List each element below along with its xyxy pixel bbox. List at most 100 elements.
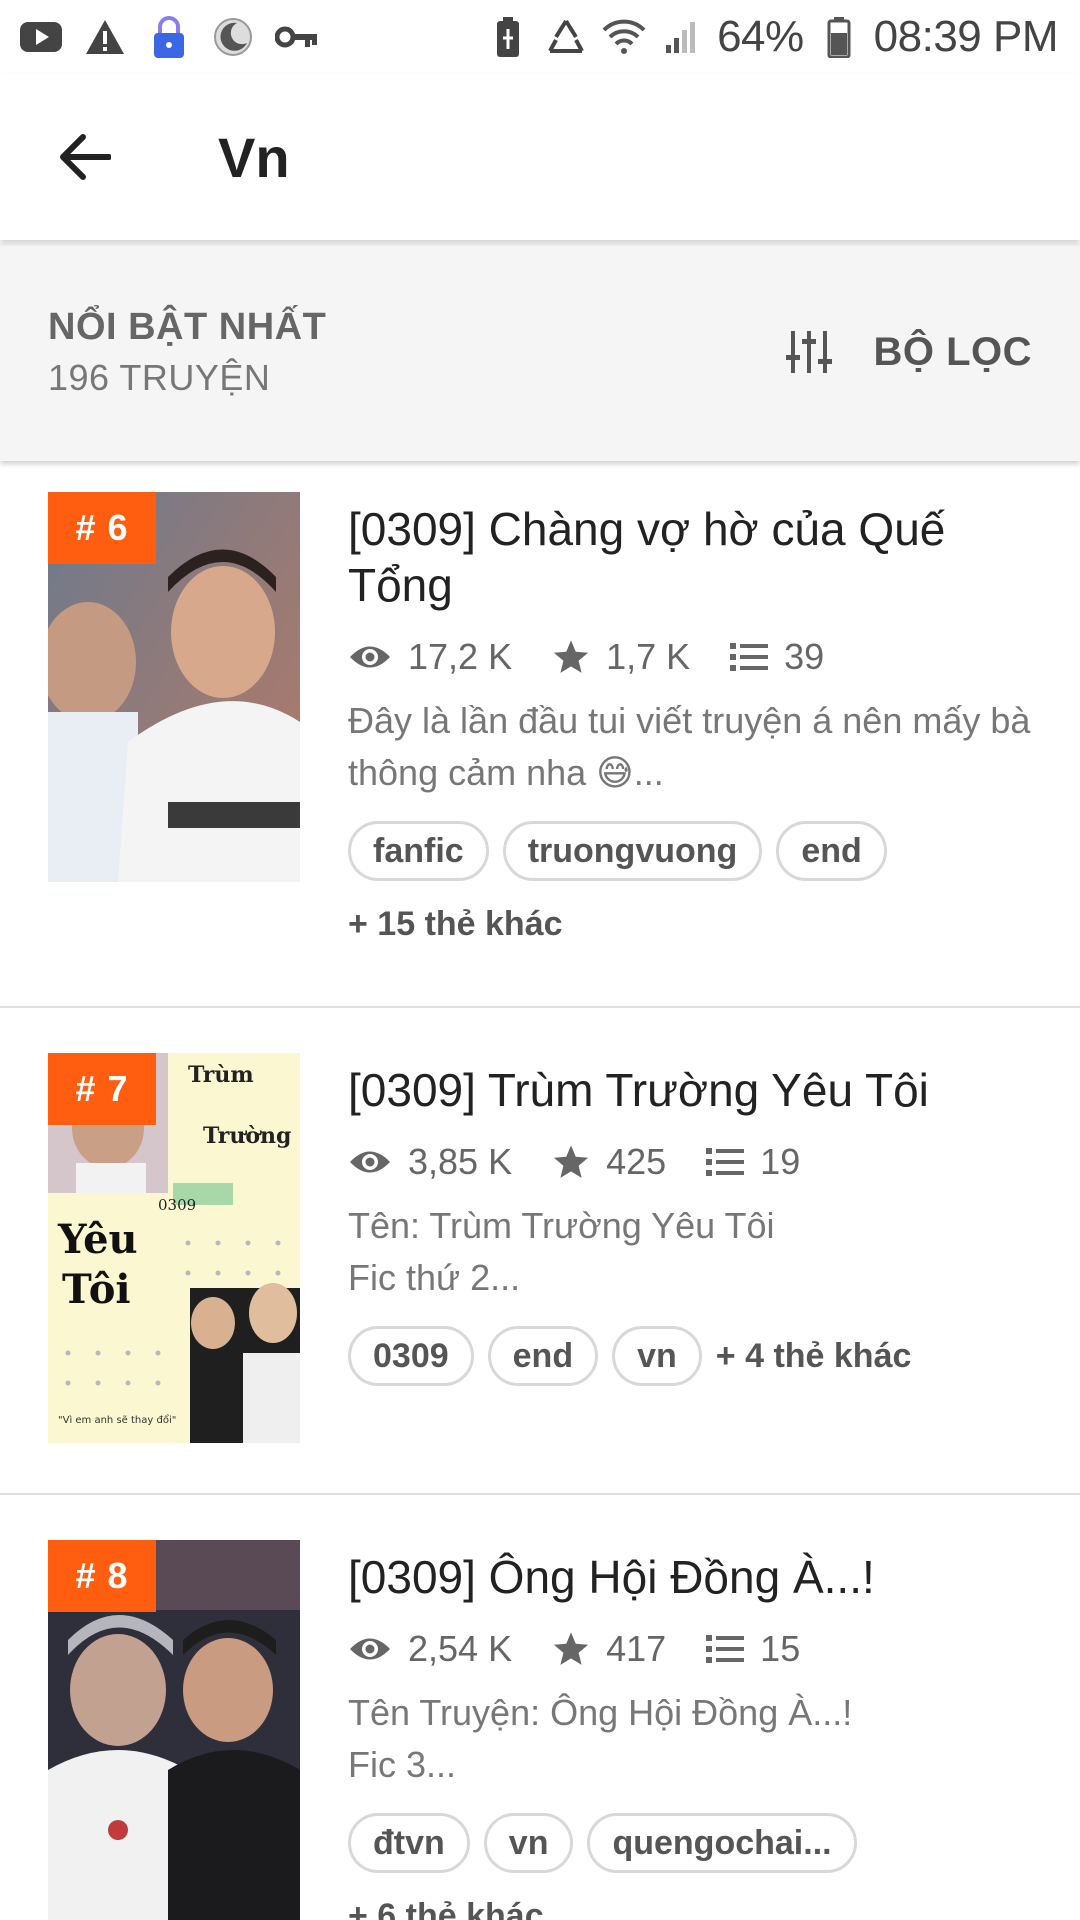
back-arrow-icon [60, 134, 111, 180]
battery-percent: 64% [717, 12, 804, 61]
story-info: [0309] Ông Hội Đồng À...! 2,54 K 417 15 … [348, 1549, 1040, 1920]
reads-count: 3,85 K [408, 1141, 513, 1182]
story-list: # 6 [0309] Chàng vợ hờ của Quế Tổng 17,2… [0, 461, 1080, 1920]
tag-chip[interactable]: truongvuong [502, 821, 763, 881]
reads-stat: 3,85 K [348, 1141, 512, 1183]
parts-count: 15 [760, 1628, 801, 1669]
story-item[interactable]: # 6 [0309] Chàng vợ hờ của Quế Tổng 17,2… [0, 461, 1080, 1008]
cover-text: Tôi [62, 1266, 131, 1313]
parts-stat: 15 [706, 1628, 800, 1670]
eye-icon [350, 1638, 390, 1660]
tag-list: fanfic truongvuong end [348, 821, 1040, 881]
cover-text: Trường [203, 1123, 291, 1149]
parts-stat: 19 [706, 1141, 800, 1183]
tag-chip[interactable]: end [776, 821, 887, 881]
tag-chip[interactable]: quengochai... [587, 1813, 857, 1873]
warning-icon [82, 14, 128, 60]
tag-chip[interactable]: đtvn [348, 1813, 470, 1873]
votes-stat: 1,7 K [552, 636, 690, 678]
star-icon [553, 1632, 589, 1665]
description-line: Fic 3... [348, 1744, 457, 1785]
key-icon [274, 14, 320, 60]
more-tags-link[interactable]: + 4 thẻ khác [716, 1337, 912, 1376]
tag-list: 0309 end vn + 4 thẻ khác [348, 1326, 1040, 1386]
tag-chip[interactable]: vn [483, 1813, 574, 1873]
story-stats: 2,54 K 417 15 [348, 1619, 1040, 1679]
cover-text: Trùm [188, 1062, 254, 1088]
reads-count: 2,54 K [408, 1628, 513, 1669]
list-icon [730, 643, 769, 671]
votes-count: 425 [606, 1141, 667, 1182]
story-description: Đây là lần đầu tui viết truyện á nên mấy… [348, 700, 1031, 793]
votes-count: 417 [606, 1628, 667, 1669]
story-item[interactable]: Trùm Trường 0309 Yêu Tôi "Vì em anh sẽ t… [0, 1008, 1080, 1495]
star-icon [553, 1145, 589, 1178]
more-tags-link[interactable]: + 15 thẻ khác [348, 905, 1040, 944]
signal-icon [659, 14, 705, 60]
sliders-icon [786, 331, 833, 373]
eye-icon [350, 1151, 390, 1173]
recycle-icon [543, 14, 589, 60]
story-info: [0309] Chàng vợ hờ của Quế Tổng 17,2 K 1… [348, 501, 1040, 944]
reads-stat: 2,54 K [348, 1628, 512, 1670]
list-icon [706, 1148, 745, 1176]
filter-bar: NỔI BẬT NHẤT 196 TRUYỆN BỘ LỌC [0, 243, 1080, 461]
parts-count: 39 [784, 636, 825, 677]
rank-badge: # 6 [48, 492, 156, 564]
back-button[interactable] [30, 102, 140, 212]
tag-chip[interactable]: end [487, 1326, 599, 1386]
story-info: [0309] Trùm Trường Yêu Tôi 3,85 K 425 19… [348, 1062, 1040, 1386]
tag-chip[interactable]: 0309 [348, 1326, 474, 1386]
story-item[interactable]: # 8 [0309] Ông Hội Đồng À...! 2,54 K 417… [0, 1495, 1080, 1920]
page-title: Vn [218, 125, 290, 189]
filter-button[interactable]: BỘ LỌC [785, 329, 1032, 375]
story-count: 196 TRUYỆN [48, 356, 271, 398]
parts-count: 19 [760, 1141, 801, 1182]
tag-chip[interactable]: vn [612, 1326, 702, 1386]
reads-count: 17,2 K [408, 636, 513, 677]
parts-stat: 39 [730, 636, 824, 678]
reads-stat: 17,2 K [348, 636, 512, 678]
filter-label: BỘ LỌC [873, 329, 1032, 374]
votes-stat: 417 [552, 1628, 666, 1670]
story-title[interactable]: [0309] Trùm Trường Yêu Tôi [348, 1062, 1040, 1118]
list-icon [706, 1635, 745, 1663]
sort-block[interactable]: NỔI BẬT NHẤT 196 TRUYỆN [48, 306, 326, 399]
cover-text: "Vì em anh sẽ thay đổi" [58, 1413, 176, 1426]
tag-chip[interactable]: fanfic [348, 821, 489, 881]
status-bar-left-icons [18, 14, 320, 60]
rank-badge: # 8 [48, 1540, 156, 1612]
story-cover[interactable]: # 6 [48, 492, 300, 882]
battery-saver-icon [485, 14, 531, 60]
rank-badge: # 7 [48, 1053, 156, 1125]
story-cover[interactable]: # 8 [48, 1540, 300, 1920]
story-stats: 17,2 K 1,7 K 39 [348, 627, 1040, 687]
star-icon [553, 640, 589, 673]
votes-count: 1,7 K [606, 636, 691, 677]
story-title[interactable]: [0309] Ông Hội Đồng À...! [348, 1549, 1040, 1605]
description-line: Tên Truyện: Ông Hội Đồng À...! [348, 1692, 853, 1733]
moon-icon [210, 14, 256, 60]
more-tags-link[interactable]: + 6 thẻ khác [348, 1897, 1040, 1920]
battery-icon [816, 14, 862, 60]
wifi-icon [601, 14, 647, 60]
story-stats: 3,85 K 425 19 [348, 1132, 1040, 1192]
description-line: Fic thứ 2... [348, 1257, 521, 1298]
clock: 08:39 PM [873, 12, 1059, 61]
status-bar: 64% 08:39 PM [0, 0, 1080, 74]
votes-stat: 425 [552, 1141, 666, 1183]
story-description: Tên Truyện: Ông Hội Đồng À...! Fic 3... [348, 1687, 1040, 1791]
story-cover[interactable]: Trùm Trường 0309 Yêu Tôi "Vì em anh sẽ t… [48, 1053, 300, 1443]
sort-label: NỔI BẬT NHẤT [48, 305, 327, 348]
description-line: Tên: Trùm Trường Yêu Tôi [348, 1205, 775, 1246]
lock-icon [146, 14, 192, 60]
story-description: Tên: Trùm Trường Yêu Tôi Fic thứ 2... [348, 1200, 1040, 1304]
youtube-icon [18, 14, 64, 60]
cover-text: Yêu [57, 1216, 138, 1263]
app-bar: Vn [0, 74, 1080, 240]
status-bar-right: 64% 08:39 PM [485, 12, 1059, 62]
tag-list: đtvn vn quengochai... [348, 1813, 1040, 1873]
cover-text: 0309 [158, 1196, 196, 1214]
eye-icon [350, 646, 390, 668]
story-title[interactable]: [0309] Chàng vợ hờ của Quế Tổng [348, 501, 1040, 613]
